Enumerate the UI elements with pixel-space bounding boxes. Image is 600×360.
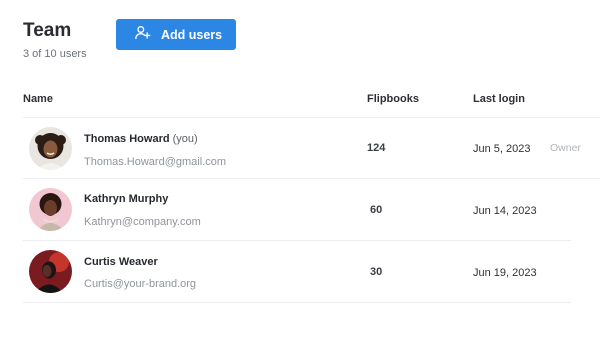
user-name: Kathryn Murphy bbox=[84, 193, 169, 205]
user-name: Thomas Howard (you) bbox=[84, 133, 198, 145]
page-title: Team bbox=[23, 20, 72, 41]
table-row[interactable]: Curtis Weaver Curtis@your-brand.org 30 J… bbox=[23, 241, 600, 302]
user-email: Kathryn@company.com bbox=[84, 216, 201, 228]
column-header-last-login[interactable]: Last login bbox=[473, 93, 525, 105]
user-count: 3 of 10 users bbox=[23, 48, 87, 60]
column-header-flipbooks[interactable]: Flipbooks bbox=[367, 93, 419, 105]
user-email: Curtis@your-brand.org bbox=[84, 278, 197, 290]
avatar bbox=[29, 250, 72, 293]
role-badge: Owner bbox=[550, 142, 581, 154]
row-divider bbox=[23, 302, 571, 303]
last-login-date: Jun 19, 2023 bbox=[473, 267, 537, 279]
table-row[interactable]: Kathryn Murphy Kathryn@company.com 60 Ju… bbox=[23, 179, 600, 240]
last-login-date: Jun 5, 2023 bbox=[473, 143, 531, 155]
avatar bbox=[29, 127, 72, 170]
column-header-name[interactable]: Name bbox=[23, 93, 53, 105]
user-email: Thomas.Howard@gmail.com bbox=[84, 156, 226, 168]
avatar bbox=[29, 188, 72, 231]
last-login-date: Jun 14, 2023 bbox=[473, 205, 537, 217]
add-users-label: Add users bbox=[161, 27, 223, 42]
flipbooks-count: 124 bbox=[367, 142, 386, 154]
add-user-icon bbox=[134, 24, 151, 46]
flipbooks-count: 30 bbox=[370, 266, 383, 278]
you-tag: (you) bbox=[172, 133, 198, 145]
table-row[interactable]: Thomas Howard (you) Thomas.Howard@gmail.… bbox=[23, 118, 600, 178]
user-name: Curtis Weaver bbox=[84, 256, 158, 268]
add-users-button[interactable]: Add users bbox=[116, 19, 236, 50]
flipbooks-count: 60 bbox=[370, 204, 383, 216]
